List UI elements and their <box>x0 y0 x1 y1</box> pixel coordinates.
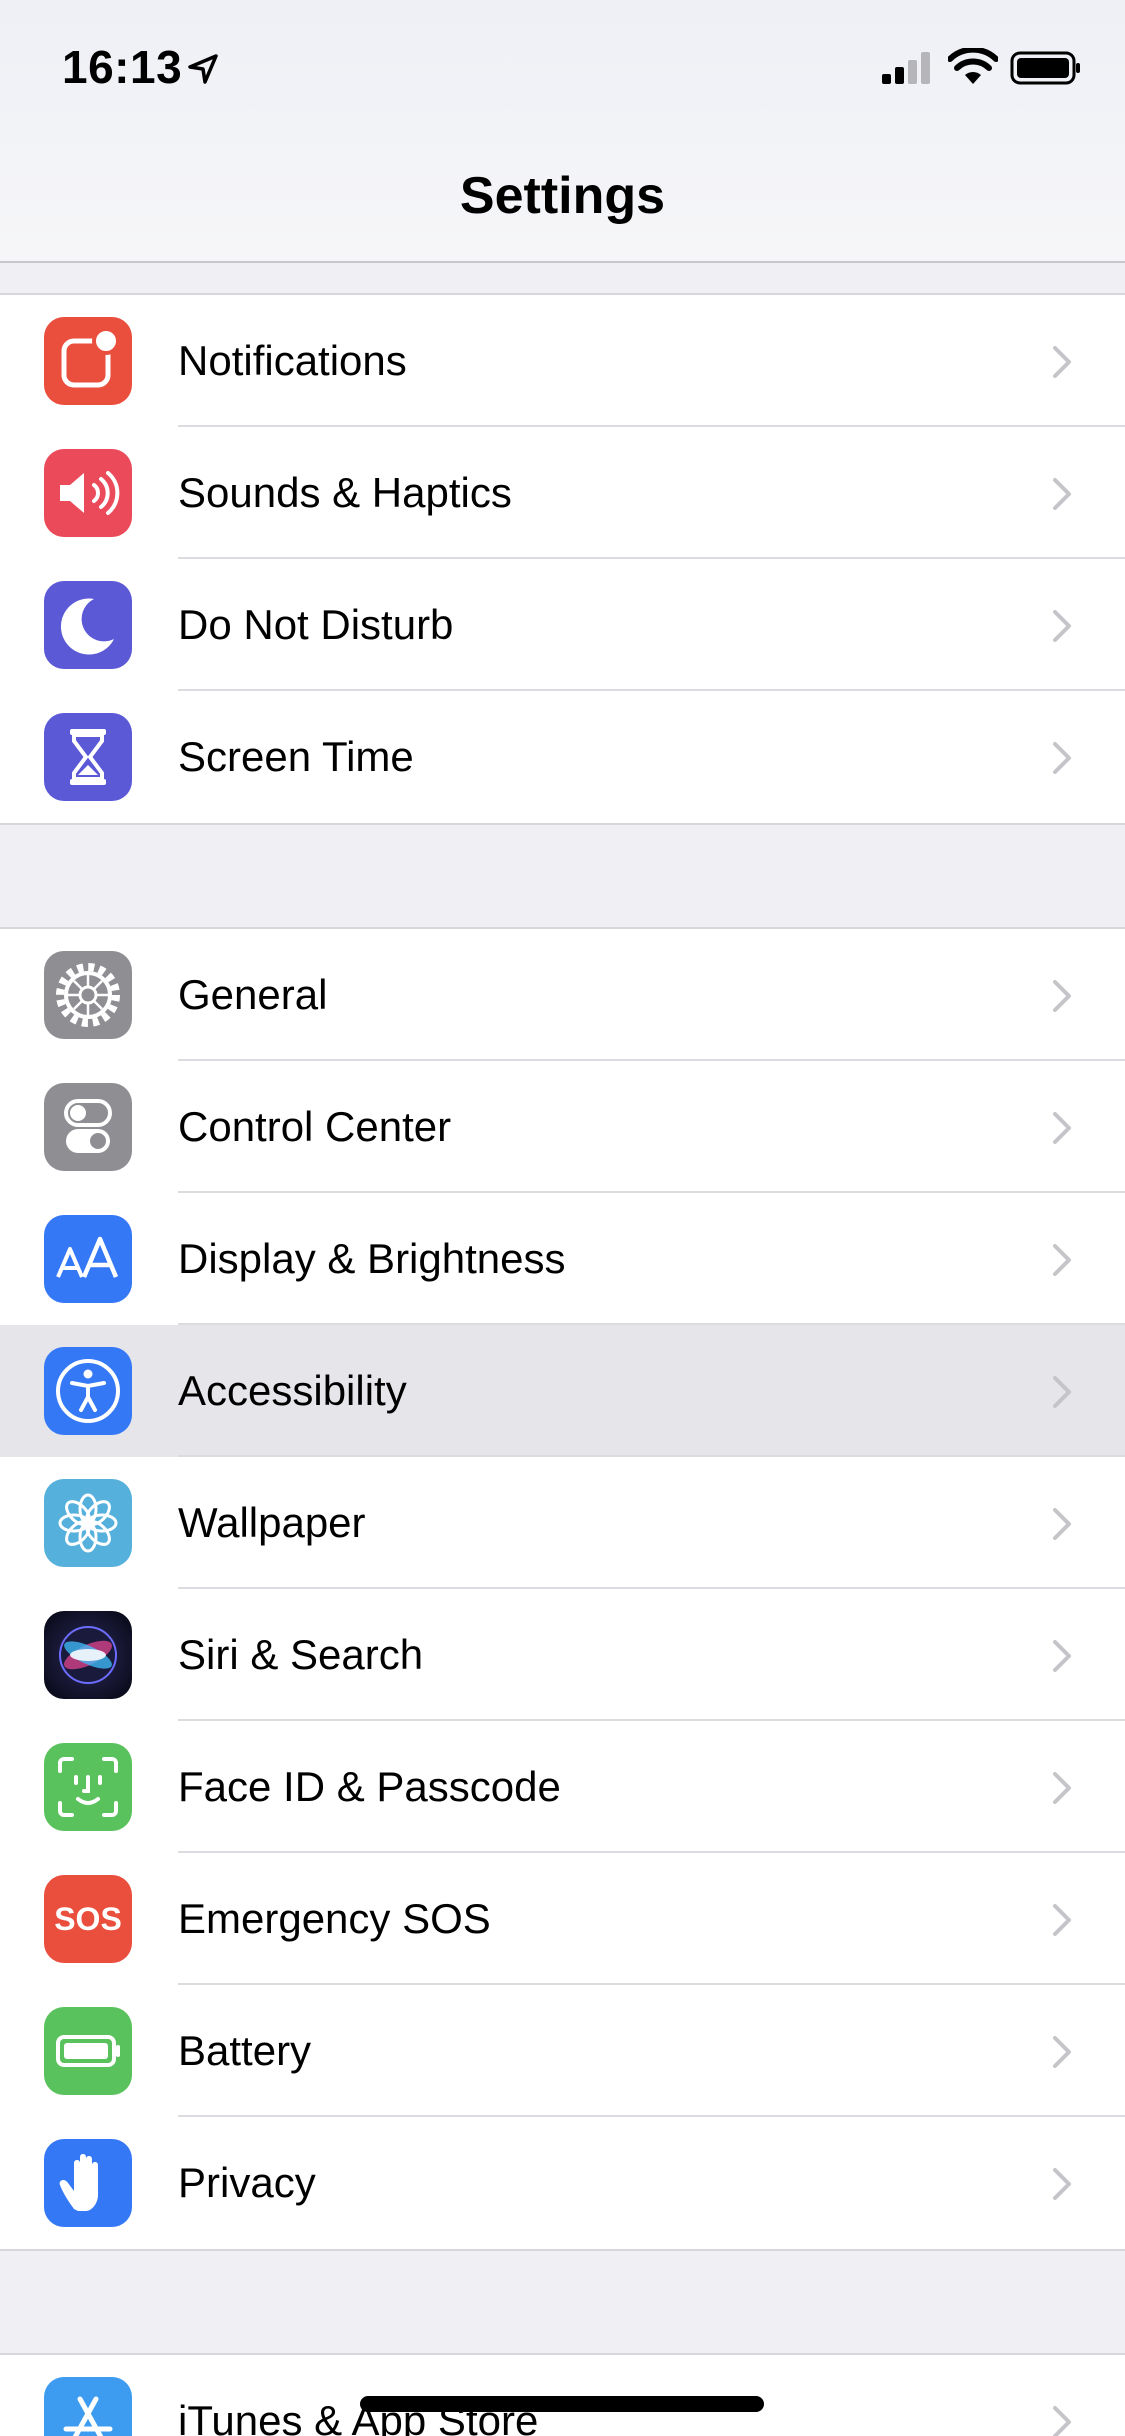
settings-row-emergency-sos[interactable]: SOS Emergency SOS <box>0 1853 1125 1985</box>
row-label: Do Not Disturb <box>178 601 454 648</box>
group-spacer <box>0 2251 1125 2353</box>
group-spacer <box>0 263 1125 293</box>
row-label: Accessibility <box>178 1367 407 1414</box>
moon-icon <box>44 581 132 669</box>
chevron-right-icon <box>1053 478 1071 510</box>
row-label: Screen Time <box>178 733 414 780</box>
settings-row-general[interactable]: General <box>0 929 1125 1061</box>
chevron-right-icon <box>1053 1508 1071 1540</box>
settings-screen: 16:13 Settings Notifications Sounds & Ha… <box>0 0 1125 2436</box>
settings-group-2: General Control Center Display & Brightn… <box>0 927 1125 2251</box>
row-label: General <box>178 971 328 1018</box>
row-label: Emergency SOS <box>178 1895 491 1942</box>
settings-row-display-brightness[interactable]: Display & Brightness <box>0 1193 1125 1325</box>
settings-row-sounds-haptics[interactable]: Sounds & Haptics <box>0 427 1125 559</box>
wifi-icon <box>948 48 998 84</box>
row-label: Notifications <box>178 337 407 384</box>
flower-icon <box>44 1479 132 1567</box>
chevron-right-icon <box>1053 346 1071 378</box>
row-label: Sounds & Haptics <box>178 469 512 516</box>
cellular-signal-icon <box>882 52 930 84</box>
text-size-icon <box>44 1215 132 1303</box>
chevron-right-icon <box>1053 2036 1071 2068</box>
settings-row-privacy[interactable]: Privacy <box>0 2117 1125 2249</box>
chevron-right-icon <box>1053 1640 1071 1672</box>
row-label: Siri & Search <box>178 1631 424 1678</box>
chevron-right-icon <box>1053 1112 1071 1144</box>
page-title: Settings <box>459 167 666 225</box>
app-store-icon <box>44 2377 132 2436</box>
row-label: Battery <box>178 2027 312 2074</box>
chevron-right-icon <box>1053 1772 1071 1804</box>
row-label: Wallpaper <box>178 1499 366 1546</box>
row-label: Face ID & Passcode <box>178 1763 561 1810</box>
settings-row-screen-time[interactable]: Screen Time <box>0 691 1125 823</box>
row-label: Control Center <box>178 1103 452 1150</box>
group-spacer <box>0 825 1125 927</box>
sounds-icon <box>44 449 132 537</box>
sos-icon: SOS <box>44 1875 132 1963</box>
home-indicator[interactable] <box>360 2396 764 2412</box>
gear-icon <box>44 951 132 1039</box>
chevron-right-icon <box>1053 2406 1071 2436</box>
chevron-right-icon <box>1053 1376 1071 1408</box>
chevron-right-icon <box>1053 610 1071 642</box>
settings-row-wallpaper[interactable]: Wallpaper <box>0 1457 1125 1589</box>
settings-row-siri-search[interactable]: Siri & Search <box>0 1589 1125 1721</box>
location-arrow-icon <box>188 54 218 84</box>
accessibility-icon <box>44 1347 132 1435</box>
top-bar: 16:13 Settings <box>0 0 1125 263</box>
chevron-right-icon <box>1053 1904 1071 1936</box>
row-label: Display & Brightness <box>178 1235 566 1282</box>
settings-row-battery[interactable]: Battery <box>0 1985 1125 2117</box>
row-label: Privacy <box>178 2159 316 2206</box>
status-time: 16:13 <box>62 41 183 93</box>
chevron-right-icon <box>1053 1244 1071 1276</box>
notifications-icon <box>44 317 132 405</box>
chevron-right-icon <box>1053 2168 1071 2200</box>
settings-row-face-id-passcode[interactable]: Face ID & Passcode <box>0 1721 1125 1853</box>
chevron-right-icon <box>1053 742 1071 774</box>
face-id-icon <box>44 1743 132 1831</box>
battery-status-icon <box>1010 51 1080 85</box>
settings-row-control-center[interactable]: Control Center <box>0 1061 1125 1193</box>
sos-icon-text: SOS <box>54 1901 122 1937</box>
settings-list: Notifications Sounds & Haptics Do Not Di… <box>0 263 1125 2436</box>
settings-row-notifications[interactable]: Notifications <box>0 295 1125 427</box>
settings-row-accessibility[interactable]: Accessibility <box>0 1325 1125 1457</box>
siri-icon <box>44 1611 132 1699</box>
settings-group-1: Notifications Sounds & Haptics Do Not Di… <box>0 293 1125 825</box>
chevron-right-icon <box>1053 980 1071 1012</box>
hourglass-icon <box>44 713 132 801</box>
toggles-icon <box>44 1083 132 1171</box>
hand-icon <box>44 2139 132 2227</box>
battery-icon <box>44 2007 132 2095</box>
settings-row-do-not-disturb[interactable]: Do Not Disturb <box>0 559 1125 691</box>
settings-group-3: iTunes & App Store <box>0 2353 1125 2436</box>
